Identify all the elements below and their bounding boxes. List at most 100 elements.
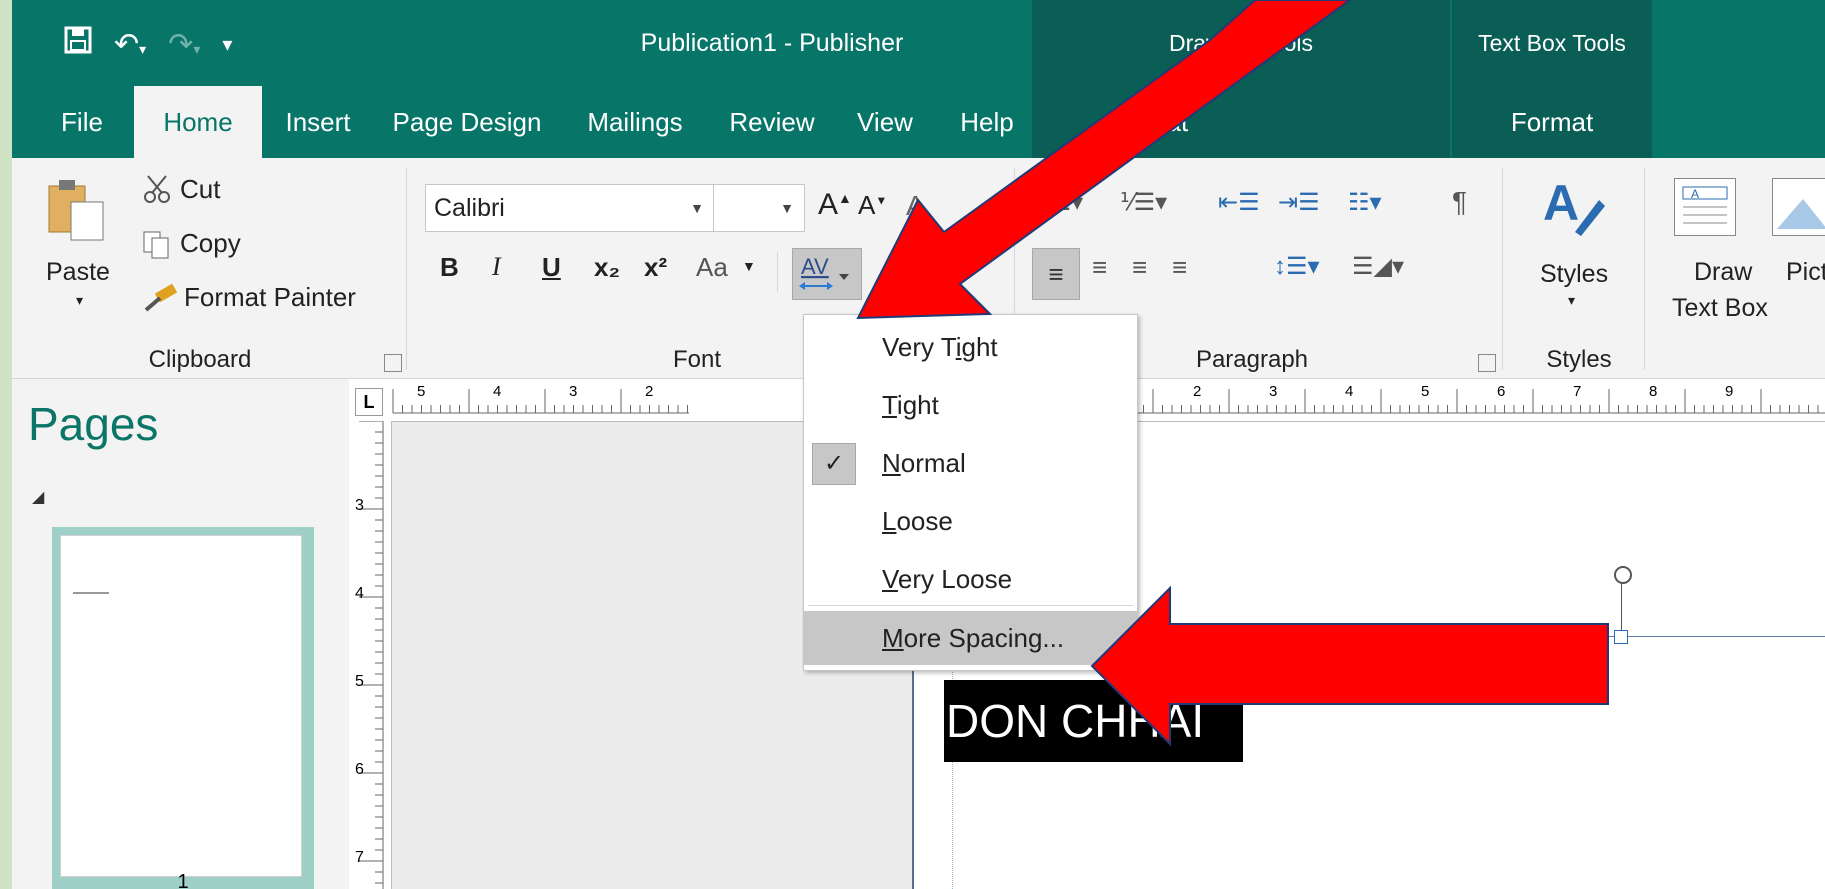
ruler-label: 2 <box>1193 383 1202 400</box>
ruler-label: 4 <box>1345 383 1354 400</box>
superscript-button[interactable]: x² <box>644 252 667 283</box>
cut-button[interactable]: Cut <box>180 174 220 205</box>
page-number: 1 <box>177 873 189 889</box>
tab-page-design[interactable]: Page Design <box>382 86 552 158</box>
format-painter-button[interactable]: Format Painter <box>184 282 356 313</box>
chevron-down-icon[interactable]: ▼ <box>742 258 756 274</box>
menu-item-very-loose[interactable]: Very Loose <box>804 551 1137 607</box>
ruler-ticks <box>359 421 384 889</box>
align-center-icon[interactable]: ≡ <box>1092 252 1107 283</box>
ruler-label: 3 <box>1269 383 1278 400</box>
menu-item-more-spacing[interactable]: More Spacing... <box>804 611 1137 665</box>
text-box[interactable]: DON CHHAI <box>944 680 1243 762</box>
rotate-handle-line <box>1621 582 1622 630</box>
font-color-icon[interactable]: A▼ <box>908 252 939 283</box>
menu-item-loose[interactable]: Loose <box>804 493 1137 549</box>
font-group-label: Font <box>672 346 722 373</box>
svg-text:A: A <box>1543 175 1579 231</box>
chevron-down-icon[interactable]: ▼ <box>780 185 794 231</box>
scissors-icon[interactable] <box>142 174 172 204</box>
character-spacing-button[interactable]: AV <box>792 248 862 300</box>
clipboard-group-label: Clipboard <box>148 346 252 373</box>
align-left-icon[interactable]: ≡ <box>1032 248 1080 300</box>
redo-icon[interactable]: ↷▾ <box>168 27 200 62</box>
tab-mailings[interactable]: Mailings <box>572 86 698 158</box>
page-thumbnail[interactable]: 1 <box>52 527 314 889</box>
draw-text-box-icon[interactable]: A <box>1674 178 1736 236</box>
drawing-tools-label: Drawing Tools <box>1168 30 1314 56</box>
decrease-indent-icon[interactable]: ⇤☰ <box>1218 188 1260 217</box>
menu-item-label: More Spacing... <box>882 623 1065 653</box>
align-right-icon[interactable]: ≡ <box>1132 252 1147 283</box>
tab-insert[interactable]: Insert <box>270 86 366 158</box>
justify-icon[interactable]: ≡ <box>1172 252 1187 283</box>
bullets-icon[interactable]: ⁝☰▾ <box>1042 188 1083 217</box>
draw-text-box-label-1[interactable]: Draw <box>1694 258 1752 287</box>
character-spacing-menu: Very Tight Tight ✓ Normal Loose Very Loo… <box>803 314 1138 671</box>
menu-item-tight[interactable]: Tight <box>804 377 1137 433</box>
menu-item-normal[interactable]: ✓ Normal <box>804 435 1137 491</box>
change-case-button[interactable]: Aa <box>696 252 728 283</box>
styles-group-label: Styles <box>1546 346 1612 373</box>
tab-text-box-format[interactable]: Format <box>1482 86 1622 158</box>
rotate-handle[interactable] <box>1614 566 1632 584</box>
styles-label[interactable]: Styles <box>1540 260 1608 289</box>
ruler-label: 6 <box>1497 383 1506 400</box>
grow-font-icon[interactable]: A▲ <box>818 188 852 222</box>
tab-file[interactable]: File <box>36 86 128 158</box>
clipboard-launcher-icon[interactable] <box>384 354 402 372</box>
ruler-label: 3 <box>569 383 578 400</box>
italic-button[interactable]: I <box>492 252 501 282</box>
tab-help[interactable]: Help <box>942 86 1032 158</box>
menu-item-very-tight[interactable]: Very Tight <box>804 319 1137 375</box>
columns-icon[interactable]: ☷▾ <box>1348 188 1382 217</box>
paragraph-launcher-icon[interactable] <box>1478 354 1496 372</box>
page-thumbnail-preview <box>60 535 302 877</box>
pages-panel: Pages ◢ 1 <box>12 379 349 889</box>
copy-icon[interactable] <box>142 230 172 260</box>
text-box-tools-label: Text Box Tools <box>1478 30 1626 56</box>
draw-text-box-label-2[interactable]: Text Box <box>1672 294 1768 323</box>
paste-label[interactable]: Paste <box>46 258 110 287</box>
collapse-triangle-icon[interactable]: ◢ <box>32 487 44 507</box>
paste-dropdown-icon[interactable]: ▾ <box>76 292 83 309</box>
tab-home[interactable]: Home <box>134 86 262 158</box>
format-painter-icon[interactable] <box>142 284 178 314</box>
styles-icon[interactable]: A <box>1532 172 1608 242</box>
ruler-label: 5 <box>355 673 364 690</box>
subscript-button[interactable]: x₂ <box>594 252 620 283</box>
customize-icon[interactable]: ▾ <box>222 32 232 57</box>
numbering-icon[interactable]: ⅟☰▾ <box>1120 188 1167 217</box>
copy-button[interactable]: Copy <box>180 228 241 259</box>
chevron-down-icon[interactable]: ▾ <box>1568 292 1575 309</box>
font-name-box[interactable]: Calibri ▼ <box>425 184 715 232</box>
tab-drawing-format[interactable]: Format <box>1072 86 1222 158</box>
ruler-label: 4 <box>355 585 364 602</box>
window-title: Publication1 - Publisher <box>640 29 904 57</box>
ruler-label: 8 <box>1649 383 1658 400</box>
save-icon[interactable] <box>64 26 92 62</box>
vertical-ruler[interactable]: 3 4 5 6 7 <box>349 421 392 889</box>
tab-view[interactable]: View <box>842 86 928 158</box>
menu-item-label: Loose <box>882 506 953 536</box>
bold-button[interactable]: B <box>440 252 459 283</box>
font-size-box[interactable]: ▼ <box>713 184 805 232</box>
shrink-font-icon[interactable]: A▼ <box>858 190 887 221</box>
resize-handle[interactable] <box>1614 630 1628 644</box>
pages-title: Pages <box>28 398 159 450</box>
undo-icon[interactable]: ↶▾ <box>114 27 146 62</box>
tab-review[interactable]: Review <box>718 86 826 158</box>
ruler-label: 9 <box>1725 383 1734 400</box>
menu-item-label: Very Loose <box>882 564 1013 594</box>
clear-formatting-icon[interactable]: A <box>906 190 925 222</box>
paragraph-marks-icon[interactable]: ¶ <box>1452 186 1467 218</box>
shading-icon[interactable]: ☰◢▾ <box>1352 252 1404 281</box>
underline-button[interactable]: U <box>542 252 561 283</box>
line-spacing-icon[interactable]: ↕☰▾ <box>1274 252 1320 281</box>
increase-indent-icon[interactable]: ⇥☰ <box>1278 188 1320 217</box>
paste-icon[interactable] <box>44 178 108 242</box>
picture-icon[interactable] <box>1772 178 1825 236</box>
menu-separator <box>808 605 1133 606</box>
chevron-down-icon[interactable]: ▼ <box>690 185 704 231</box>
picture-label[interactable]: Pict <box>1786 258 1825 287</box>
